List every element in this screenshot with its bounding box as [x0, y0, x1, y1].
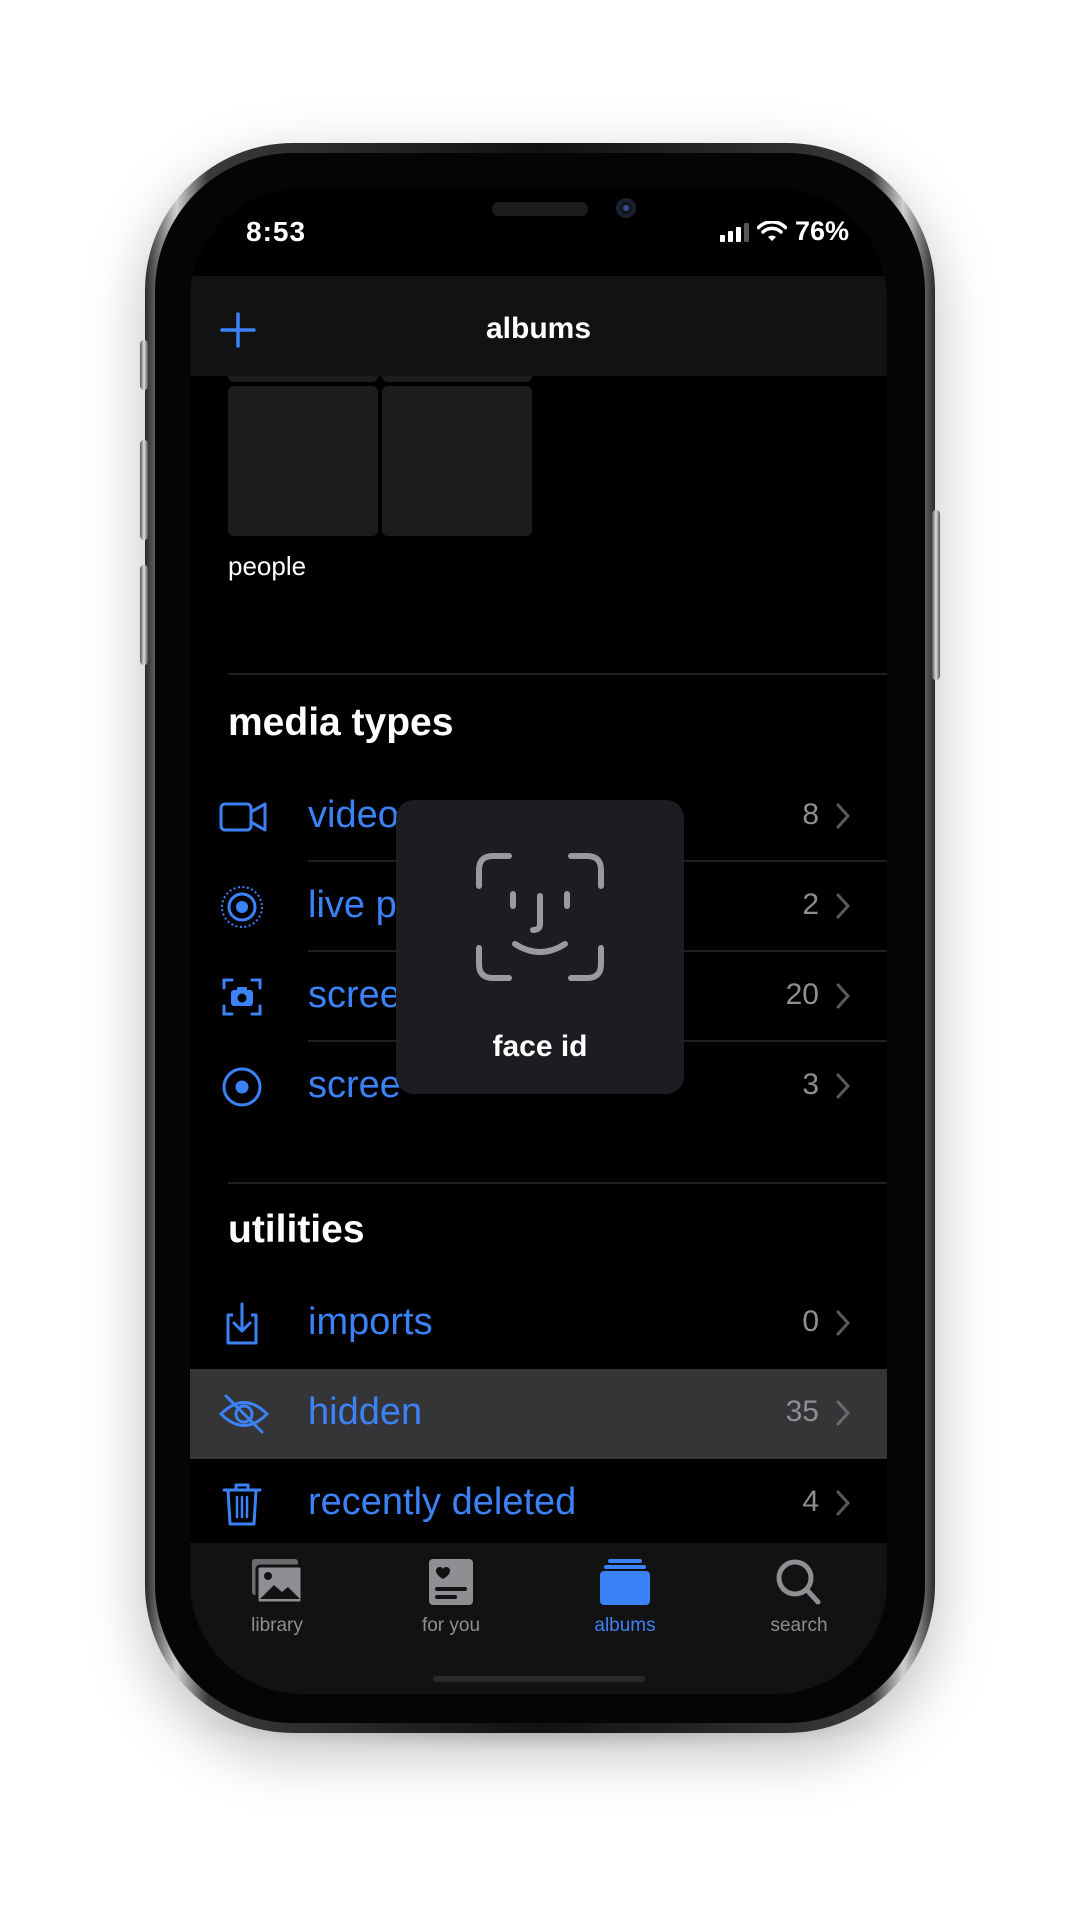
- status-right: 76%: [719, 216, 849, 247]
- home-indicator[interactable]: [433, 1676, 645, 1682]
- notch: [346, 188, 731, 244]
- tab-label: for you: [421, 1615, 481, 1636]
- nav-bar: albums: [190, 276, 887, 376]
- tab-for-you[interactable]: for you: [364, 1543, 538, 1663]
- row-label: scree: [308, 1064, 401, 1106]
- section-divider: [228, 673, 887, 675]
- screen-recording-icon: [222, 1067, 262, 1107]
- chevron-right-icon: [836, 983, 851, 1009]
- for-you-icon: [429, 1559, 473, 1605]
- row-label: imports: [308, 1301, 433, 1343]
- albums-stack-icon: [600, 1559, 650, 1605]
- chevron-right-icon: [836, 893, 851, 919]
- utility-row-recently-deleted[interactable]: recently deleted 4: [190, 1459, 887, 1549]
- tab-bar: library for you albums search: [190, 1543, 887, 1694]
- tab-albums[interactable]: albums: [538, 1543, 712, 1663]
- live-photo-icon: [221, 886, 263, 928]
- import-tray-icon: [226, 1302, 258, 1345]
- row-label: hidden: [308, 1391, 423, 1433]
- battery-percent: 76%: [794, 216, 849, 246]
- video-camera-icon: [219, 802, 267, 832]
- row-count: 35: [785, 1395, 819, 1428]
- chevron-right-icon: [836, 1073, 851, 1099]
- row-count: 8: [802, 798, 819, 831]
- row-label: live p: [308, 884, 397, 926]
- status-time: 8:53: [246, 216, 307, 247]
- eye-slash-icon: [218, 1394, 270, 1434]
- people-thumb[interactable]: [228, 386, 378, 536]
- people-album-label[interactable]: people: [228, 551, 306, 582]
- trash-icon: [222, 1483, 262, 1526]
- tab-label: library: [251, 1615, 303, 1636]
- page-title: albums: [485, 312, 592, 345]
- volume-down-button: [140, 565, 148, 665]
- row-count: 3: [802, 1068, 819, 1101]
- utility-row-imports[interactable]: imports 0: [190, 1279, 887, 1369]
- row-count: 20: [785, 978, 819, 1011]
- wifi-icon: [756, 220, 787, 241]
- tab-label: search: [770, 1615, 828, 1636]
- utilities-heading: utilities: [228, 1208, 365, 1251]
- row-label: recently deleted: [308, 1481, 577, 1523]
- power-button: [932, 510, 940, 680]
- row-count: 2: [802, 888, 819, 921]
- row-count: 4: [802, 1485, 819, 1518]
- row-label: scree: [308, 974, 401, 1016]
- screenshot-icon: [222, 978, 262, 1016]
- chevron-right-icon: [836, 803, 851, 829]
- section-divider: [228, 1182, 887, 1184]
- front-camera: [616, 198, 636, 218]
- magnifier-icon: [776, 1559, 821, 1605]
- tab-search[interactable]: search: [712, 1543, 886, 1663]
- media-types-heading: media types: [228, 701, 454, 744]
- utility-row-hidden[interactable]: hidden 35: [190, 1369, 887, 1459]
- people-thumb[interactable]: [382, 386, 532, 536]
- phone-screen: 8:53 76% albums people media types video…: [190, 188, 887, 1694]
- tab-label: albums: [594, 1615, 656, 1636]
- volume-up-button: [140, 440, 148, 540]
- face-id-icon: [476, 853, 604, 981]
- face-id-overlay: face id: [396, 800, 684, 1094]
- row-count: 0: [802, 1305, 819, 1338]
- tab-library[interactable]: library: [190, 1543, 364, 1663]
- chevron-right-icon: [836, 1400, 851, 1426]
- photo-library-icon: [252, 1559, 304, 1605]
- earpiece-speaker: [492, 202, 588, 216]
- face-id-label: face id: [492, 1030, 588, 1063]
- chevron-right-icon: [836, 1310, 851, 1336]
- chevron-right-icon: [836, 1490, 851, 1516]
- silent-switch: [140, 340, 148, 390]
